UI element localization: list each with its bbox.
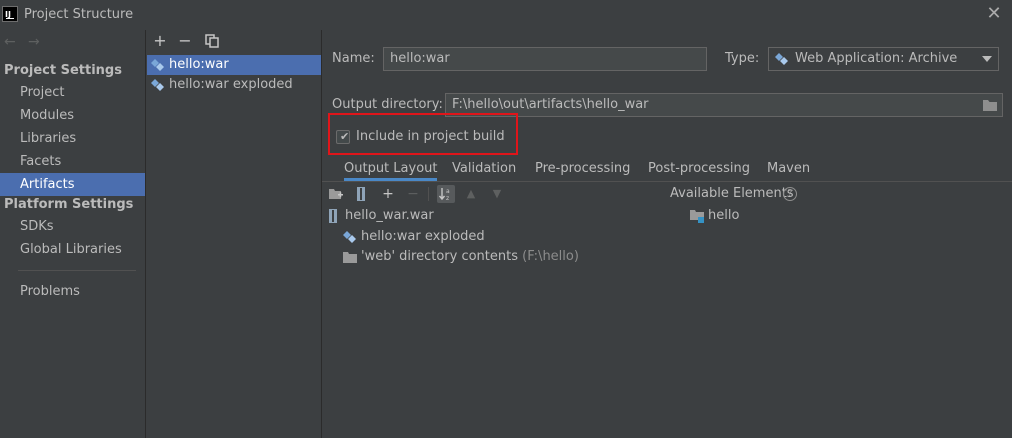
toolbar-separator — [428, 187, 429, 201]
nav-item-facets[interactable]: Facets — [0, 150, 145, 173]
platform-settings-header: Platform Settings — [4, 197, 134, 212]
add-artifact-button[interactable]: + — [151, 32, 169, 50]
remove-element-button[interactable]: − — [404, 185, 422, 203]
tree-item-label-text: 'web' directory contents — [361, 249, 518, 264]
project-settings-header: Project Settings — [4, 63, 122, 78]
move-down-button[interactable]: ▼ — [488, 185, 506, 203]
nav-item-modules[interactable]: Modules — [0, 104, 145, 127]
type-label: Type: — [725, 51, 760, 66]
output-directory-label: Output directory: — [332, 97, 443, 112]
tree-item-label: hello_war.war — [345, 208, 434, 223]
nav-history: ← → — [0, 34, 60, 54]
tree-item-label: 'web' directory contents (F:\hello) — [361, 247, 579, 267]
nav-item-problems[interactable]: Problems — [0, 280, 145, 303]
close-icon[interactable]: ✕ — [984, 4, 1004, 24]
tab-pre-processing[interactable]: Pre-processing — [535, 159, 630, 181]
create-archive-button[interactable] — [352, 185, 370, 203]
add-element-button[interactable]: + — [379, 185, 397, 203]
archive-icon — [357, 187, 365, 201]
type-select-value: Web Application: Archive — [795, 51, 958, 66]
include-in-build-label: Include in project build — [356, 129, 505, 144]
tree-item-label: hello:war exploded — [361, 229, 485, 244]
sort-elements-button[interactable]: az — [437, 185, 455, 203]
move-up-button[interactable]: ▲ — [462, 185, 480, 203]
intellij-logo-icon: IJ — [2, 6, 18, 22]
web-artifact-icon — [151, 59, 164, 71]
available-element-label: hello — [708, 208, 740, 223]
artifact-toolbar: + − — [147, 30, 322, 54]
sort-alpha-icon: az — [438, 188, 450, 202]
tab-maven[interactable]: Maven — [767, 159, 810, 181]
title-bar: IJ Project Structure ✕ — [0, 0, 1012, 30]
settings-nav: ← → Project Settings Project Modules Lib… — [0, 30, 146, 438]
nav-item-sdks[interactable]: SDKs — [0, 215, 145, 238]
artifact-item[interactable]: hello:war — [147, 55, 321, 75]
help-icon[interactable]: ? — [783, 187, 797, 201]
available-elements-label: Available Elements — [670, 186, 794, 201]
tab-post-processing[interactable]: Post-processing — [648, 159, 750, 181]
back-arrow-icon[interactable]: ← — [4, 34, 16, 50]
copy-artifact-button[interactable] — [203, 32, 221, 50]
forward-arrow-icon[interactable]: → — [28, 34, 40, 50]
artifact-config-panel: Name: hello:war Type: Web Application: A… — [322, 30, 1012, 438]
name-field[interactable]: hello:war — [383, 47, 707, 71]
artifact-item-label: hello:war — [169, 57, 229, 72]
web-artifact-icon — [775, 53, 788, 65]
nav-item-libraries[interactable]: Libraries — [0, 127, 145, 150]
artifact-item[interactable]: hello:war exploded — [147, 75, 321, 95]
name-label: Name: — [332, 51, 375, 66]
nav-item-project[interactable]: Project — [0, 81, 145, 104]
tree-item-path: (F:\hello) — [522, 249, 579, 264]
svg-text:a: a — [446, 188, 450, 195]
tab-validation[interactable]: Validation — [452, 159, 516, 181]
window-title: Project Structure — [24, 7, 134, 22]
type-select[interactable]: Web Application: Archive — [768, 47, 999, 71]
checkmark-icon: ✔ — [340, 130, 350, 143]
tab-output-layout[interactable]: Output Layout — [344, 159, 438, 181]
chevron-down-icon — [982, 56, 992, 62]
folder-browse-icon[interactable] — [982, 98, 998, 112]
output-directory-field[interactable]: F:\hello\out\artifacts\hello_war — [445, 93, 1003, 117]
folder-icon — [343, 252, 357, 263]
artifact-list-panel: + − hello:war hello:war exploded — [147, 30, 322, 438]
archive-icon — [329, 209, 337, 223]
include-in-build-checkbox[interactable]: ✔ — [336, 130, 350, 144]
web-artifact-icon — [151, 79, 164, 91]
copy-icon — [205, 34, 219, 48]
web-artifact-icon — [343, 231, 356, 243]
new-folder-icon — [329, 189, 343, 199]
create-directory-button[interactable] — [327, 185, 345, 203]
nav-item-artifacts[interactable]: Artifacts — [0, 173, 145, 196]
artifact-tabs: Output Layout Validation Pre-processing … — [322, 156, 1012, 182]
artifact-item-label: hello:war exploded — [169, 77, 293, 92]
remove-artifact-button[interactable]: − — [176, 32, 194, 50]
output-directory-value: F:\hello\out\artifacts\hello_war — [452, 97, 649, 112]
module-folder-icon — [690, 210, 704, 223]
output-layout-toolbar: + − az ▲ ▼ Available Elements ? — [322, 183, 1012, 205]
nav-divider — [18, 270, 136, 271]
svg-text:z: z — [446, 195, 449, 201]
nav-item-global-libraries[interactable]: Global Libraries — [0, 238, 145, 261]
